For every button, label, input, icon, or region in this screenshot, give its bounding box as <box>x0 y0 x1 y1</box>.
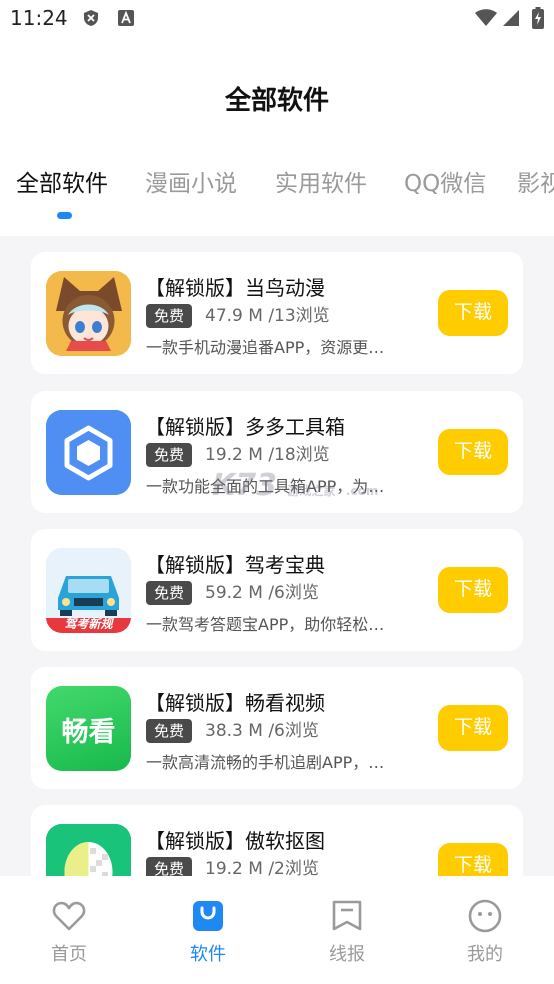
free-badge: 免费 <box>146 857 193 876</box>
nav-label: 线报 <box>329 944 365 965</box>
app-description: 一款手机动漫追番APP，资源更… <box>146 338 385 357</box>
app-name: 【解锁版】傲软抠图 <box>145 829 325 853</box>
list-item[interactable]: 【解锁版】当鸟动漫 免费 47.9 M /13浏览 一款手机动漫追番APP，资源… <box>31 252 523 374</box>
battery-icon <box>532 7 544 33</box>
app-meta: 19.2 M /18浏览 <box>205 445 330 465</box>
watermark: K73 游戏之家 .com <box>212 468 378 503</box>
nav-home[interactable]: 首页 <box>9 876 129 984</box>
bottom-nav: 首页 软件 线报 我的 <box>0 876 554 984</box>
nav-software[interactable]: 软件 <box>148 876 268 984</box>
free-badge: 免费 <box>146 581 193 605</box>
app-name: 【解锁版】畅看视频 <box>145 691 325 715</box>
free-badge: 免费 <box>146 443 193 467</box>
page-title: 全部软件 <box>224 86 329 116</box>
list-item[interactable]: 畅看 【解锁版】畅看视频 免费 38.3 M /6浏览 一款高清流畅的手机追剧A… <box>31 667 523 789</box>
app-meta: 59.2 M /6浏览 <box>205 583 319 603</box>
wifi-icon <box>474 9 498 31</box>
header-area: 11:24 全部软件 全部软件 漫画小说 实用软件 QQ微信 影视 <box>0 0 554 236</box>
tab-all-software[interactable]: 全部软件 <box>16 164 108 198</box>
bookmark-icon <box>332 900 362 931</box>
icon-text: 畅看 <box>61 717 116 748</box>
app-list: 【解锁版】当鸟动漫 免费 47.9 M /13浏览 一款手机动漫追番APP，资源… <box>0 236 554 876</box>
icon-banner-text: 驾考新规 <box>64 617 113 631</box>
tab-comics-novels[interactable]: 漫画小说 <box>145 164 237 198</box>
changkan-icon: 畅看 <box>46 686 131 771</box>
smile-icon <box>468 899 502 933</box>
category-tabs: 全部软件 漫画小说 实用软件 QQ微信 影视 <box>0 164 554 204</box>
nav-label: 首页 <box>51 944 87 965</box>
app-meta: 38.3 M /6浏览 <box>205 721 319 741</box>
app-description: 一款高清流畅的手机追剧APP，… <box>146 753 385 772</box>
app-description: 一款驾考答题宝APP，助你轻松… <box>146 615 385 634</box>
watermark-main: K73 <box>212 468 277 503</box>
nav-label: 我的 <box>467 944 503 965</box>
download-button[interactable]: 下载 <box>438 429 508 475</box>
signal-icon <box>502 9 520 31</box>
status-bar: 11:24 <box>0 0 554 36</box>
free-badge: 免费 <box>146 304 193 328</box>
bag-icon <box>193 901 223 931</box>
watermark-sub: 游戏之家 <box>287 484 336 498</box>
free-badge: 免费 <box>146 719 193 743</box>
list-item[interactable]: 【解锁版】傲软抠图 免费 19.2 M /2浏览 下载 <box>31 805 523 876</box>
toolbox-hexagon-icon <box>46 410 131 495</box>
car-icon: 驾考新规 <box>46 548 131 633</box>
app-name: 【解锁版】驾考宝典 <box>145 553 325 577</box>
cutout-icon <box>46 824 131 876</box>
active-tab-indicator <box>57 212 72 219</box>
watermark-domain: .com <box>345 484 379 498</box>
list-item[interactable]: 驾考新规 【解锁版】驾考宝典 免费 59.2 M /6浏览 一款驾考答题宝APP… <box>31 529 523 651</box>
app-name: 【解锁版】多多工具箱 <box>145 415 345 439</box>
shield-icon <box>82 9 100 31</box>
tab-film-tv[interactable]: 影视 <box>517 164 554 198</box>
nav-news[interactable]: 线报 <box>287 876 407 984</box>
nav-label: 软件 <box>190 944 226 965</box>
app-name: 【解锁版】当鸟动漫 <box>145 276 325 300</box>
download-button[interactable]: 下载 <box>438 567 508 613</box>
status-time: 11:24 <box>10 6 68 30</box>
nav-mine[interactable]: 我的 <box>425 876 545 984</box>
download-button[interactable]: 下载 <box>438 843 508 876</box>
download-button[interactable]: 下载 <box>438 705 508 751</box>
anime-girl-icon <box>46 271 131 356</box>
download-button[interactable]: 下载 <box>438 290 508 336</box>
heart-icon <box>52 901 86 931</box>
font-a-icon <box>117 9 135 31</box>
tab-utility-software[interactable]: 实用软件 <box>275 164 367 198</box>
tab-qq-wechat[interactable]: QQ微信 <box>404 164 486 198</box>
app-meta: 19.2 M /2浏览 <box>205 859 319 876</box>
app-meta: 47.9 M /13浏览 <box>205 306 330 326</box>
